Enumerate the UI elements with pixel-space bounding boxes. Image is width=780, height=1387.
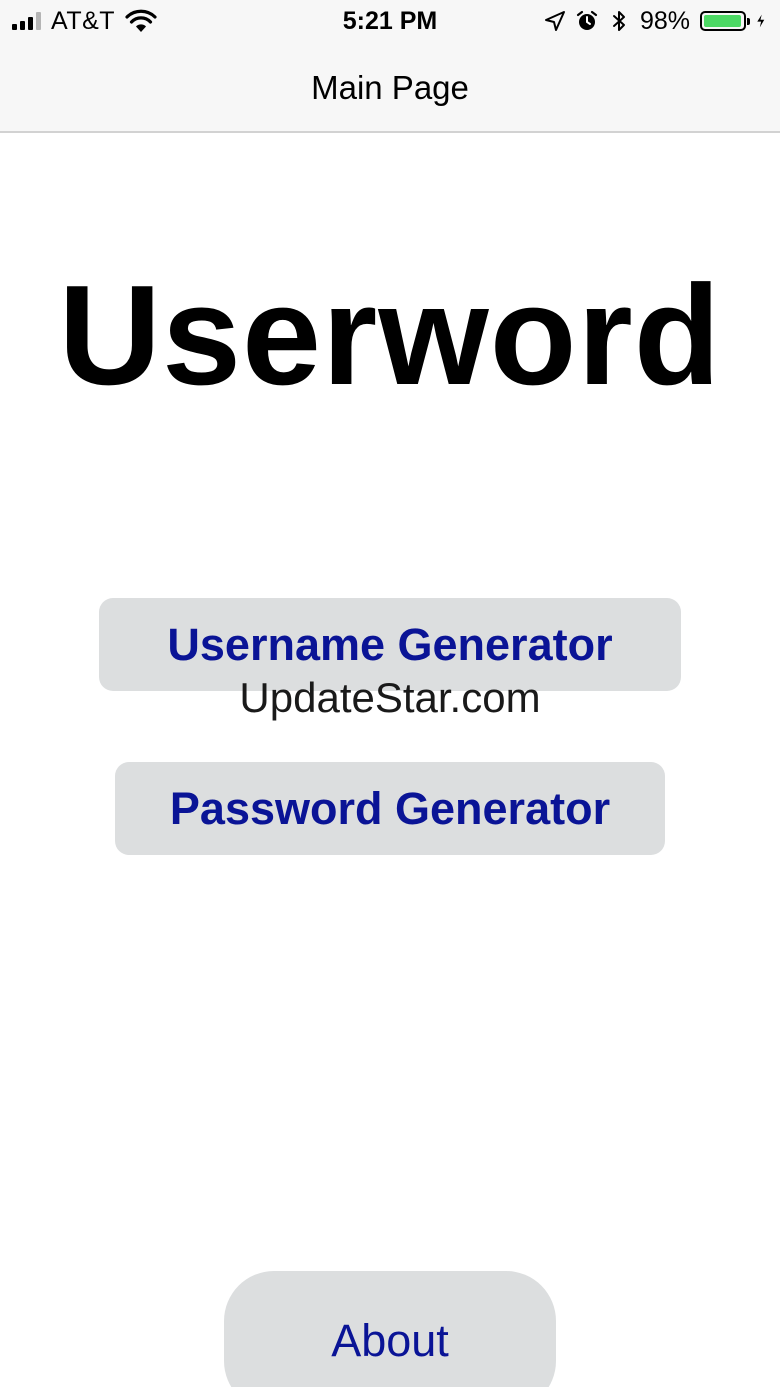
status-right: 98% [544,6,770,36]
charging-icon [757,14,765,28]
battery-percent: 98% [639,6,690,35]
location-icon [544,11,565,31]
screen: AT&T 5:21 PM 98% Main Page Userword User… [0,0,780,1387]
alarm-icon [576,10,598,30]
about-button[interactable]: About [224,1271,556,1387]
top-bar: AT&T 5:21 PM 98% Main Page [0,0,780,133]
nav-title: Main Page [311,69,469,106]
password-generator-button[interactable]: Password Generator [115,762,665,855]
bluetooth-icon [612,11,625,31]
battery-icon [700,11,750,31]
username-generator-button[interactable]: Username Generator [99,598,681,691]
app-title: Userword [58,256,722,415]
battery-fill [704,15,742,27]
